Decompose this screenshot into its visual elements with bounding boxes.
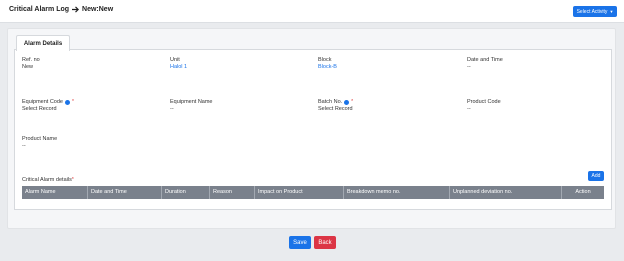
required-mark: * — [351, 99, 354, 105]
date-time-label: Date and Time — [467, 57, 503, 63]
product-name-value: -- — [22, 143, 26, 149]
ref-no-value: New — [22, 64, 34, 70]
back-button[interactable]: Back — [314, 236, 336, 249]
column-header: Action — [575, 189, 591, 195]
page-title: Critical Alarm Log New:New — [9, 6, 113, 13]
date-time-value: -- — [467, 64, 471, 70]
caret-down-icon: ▼ — [609, 9, 614, 14]
unit-field: Unit Halol 1 — [170, 57, 187, 71]
page-title-text: Critical Alarm Log — [9, 6, 70, 13]
tab-alarm-details[interactable]: Alarm Details — [16, 35, 70, 51]
critical-alarm-details-text: Critical Alarm details — [22, 177, 72, 183]
batch-no-label: Batch No. — [318, 99, 343, 105]
column-header: Reason — [210, 186, 255, 199]
info-icon[interactable] — [344, 100, 350, 105]
column-header: Breakdown memo no. — [344, 186, 450, 199]
required-mark: * — [71, 99, 74, 105]
column-header: Alarm Name — [22, 186, 88, 199]
column-header: Unplanned deviation no. — [450, 186, 562, 199]
critical-alarm-details-label: Critical Alarm details* — [22, 177, 74, 183]
top-bar: Critical Alarm Log New:New Select Activi… — [0, 0, 624, 23]
equipment-name-field: Equipment Name -- — [170, 99, 213, 113]
product-code-value: -- — [467, 106, 471, 112]
select-activity-label: Select Activity — [576, 8, 608, 15]
equipment-code-select[interactable]: Select Record — [22, 106, 74, 113]
info-icon[interactable] — [64, 100, 70, 105]
product-name-label: Product Name — [22, 136, 58, 142]
column-header: Impact on Product — [255, 186, 344, 199]
required-mark: * — [71, 177, 74, 183]
product-code-label: Product Code — [467, 99, 501, 105]
date-time-field: Date and Time -- — [467, 57, 503, 71]
product-name-field: Product Name -- — [22, 136, 57, 150]
select-activity-button[interactable]: Select Activity ▼ — [573, 6, 617, 17]
batch-no-select[interactable]: Select Record — [318, 106, 353, 113]
equipment-name-value: -- — [170, 106, 174, 112]
unit-value[interactable]: Halol 1 — [170, 64, 187, 71]
product-code-field: Product Code -- — [467, 99, 501, 113]
column-header: Date and Time — [88, 186, 162, 199]
tab-label: Alarm Details — [23, 40, 63, 47]
block-label: Block — [318, 57, 332, 63]
unit-label: Unit — [170, 57, 180, 63]
alarm-table-header: Alarm Name Date and Time Duration Reason… — [22, 186, 604, 199]
ref-no-field: Ref. no New — [22, 57, 40, 71]
equipment-name-label: Equipment Name — [170, 99, 213, 105]
equipment-code-label: Equipment Code — [22, 99, 63, 105]
add-button[interactable]: Add — [588, 171, 604, 181]
equipment-code-field: Equipment Code * Select Record — [22, 99, 74, 113]
column-header: Duration — [162, 186, 210, 199]
arrow-right-icon — [72, 6, 80, 13]
save-button[interactable]: Save — [289, 236, 311, 249]
block-value[interactable]: Block-B — [318, 64, 337, 71]
ref-no-label: Ref. no — [22, 57, 40, 63]
page-subtitle: New:New — [82, 6, 114, 13]
block-field: Block Block-B — [318, 57, 337, 71]
batch-no-field: Batch No. * Select Record — [318, 99, 353, 113]
